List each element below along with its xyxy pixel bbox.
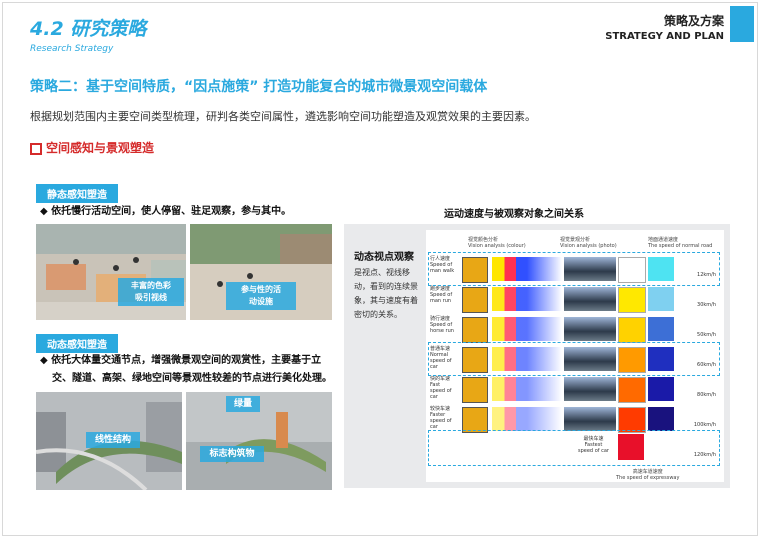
speed-value: 80km/h bbox=[697, 392, 716, 398]
dynamic-bullet-line1: ◆ 依托大体量交通节点，增强微景观空间的观赏性，主要基于立 bbox=[40, 352, 340, 370]
static-bullet: ◆ 依托慢行活动空间，使人停留、驻足观察，参与其中。 bbox=[40, 203, 291, 221]
photo2-caption: 参与性的活 动设施 bbox=[226, 282, 296, 310]
col-header-speed: 地面通道速度 The speed of normal road bbox=[648, 237, 713, 249]
row-label: 跑步速度 Speed of man run bbox=[430, 286, 453, 304]
landscape-thumbnail bbox=[564, 287, 616, 311]
speed-row: 快的车速 Fast speed of car 80km/h bbox=[430, 376, 720, 403]
speed-swatch-b bbox=[648, 407, 674, 431]
speed-row: 较快车速 Faster speed of car 100km/h bbox=[430, 406, 720, 433]
photo1-caption-line2: 吸引视线 bbox=[135, 293, 167, 302]
speed-swatch-b bbox=[648, 287, 674, 311]
speed-row: 跑步速度 Speed of man run 30km/h bbox=[430, 286, 720, 313]
col-header-photo: 视觉景观分析 Vision analysis (photo) bbox=[560, 237, 617, 249]
subsection-title: 空间感知与景观塑造 bbox=[46, 141, 155, 155]
speed-swatch-b bbox=[648, 377, 674, 401]
speed-swatch-a bbox=[618, 377, 646, 403]
expressway-speed: 120km/h bbox=[693, 452, 716, 458]
col-header-colour: 视觉颜色分析 Vision analysis (colour) bbox=[468, 237, 526, 249]
diamond-icon: ◆ bbox=[40, 206, 52, 217]
colour-blur-bar bbox=[492, 377, 562, 401]
car-icon bbox=[462, 377, 488, 403]
highlight-row-walk bbox=[428, 252, 720, 286]
speed-swatch-a bbox=[618, 317, 646, 343]
speed-swatch-a bbox=[618, 287, 646, 313]
highlight-row-normal bbox=[428, 342, 720, 376]
landscape-thumbnail bbox=[564, 317, 616, 341]
photo4-caption: 标志构筑物 bbox=[200, 446, 264, 462]
row-label: 较快车速 Faster speed of car bbox=[430, 406, 452, 430]
row-label: 快的车速 Fast speed of car bbox=[430, 376, 452, 400]
dynamic-tag: 动态感知塑造 bbox=[36, 334, 118, 353]
speed-value: 50km/h bbox=[697, 332, 716, 338]
header-accent-bar bbox=[730, 6, 754, 42]
landscape-thumbnail bbox=[564, 407, 616, 431]
photo2-caption-line1: 参与性的活 bbox=[241, 285, 281, 294]
expressway-label: 最快车速 Fastest speed of car bbox=[578, 436, 609, 454]
static-bullet-text: 依托慢行活动空间，使人停留、驻足观察，参与其中。 bbox=[51, 206, 292, 217]
dynamic-bullet-text-1: 依托大体量交通节点，增强微景观空间的观赏性，主要基于立 bbox=[51, 355, 322, 366]
diamond-icon: ◆ bbox=[40, 355, 52, 366]
dynamic-bullet: ◆ 依托大体量交通节点，增强微景观空间的观赏性，主要基于立 交、隧道、高架、绿地… bbox=[40, 352, 340, 388]
dynamic-view-text: 是视点、视线移动，看到的连续景象，其与速度有着密切的关系。 bbox=[354, 268, 418, 319]
speed-table: 视觉颜色分析 Vision analysis (colour) 视觉景观分析 Vis… bbox=[426, 230, 724, 482]
footer-label: 高速车道速度 The speed of expressway bbox=[616, 469, 680, 481]
speed-value: 30km/h bbox=[697, 302, 716, 308]
expressway-row: 最快车速 Fastest speed of car 120km/h bbox=[430, 434, 720, 462]
row-label: 骑行速度 Speed of horse run bbox=[430, 316, 454, 334]
expressway-swatch bbox=[618, 434, 644, 460]
strategy-title: 策略二：基于空间特质，“因点施策” 打造功能复合的城市微景观空间载体 bbox=[30, 79, 488, 95]
photo2-caption-line2: 动设施 bbox=[249, 297, 273, 306]
colour-blur-bar bbox=[492, 407, 562, 431]
photo4-caption-top: 绿量 bbox=[226, 396, 260, 412]
header-title-en: STRATEGY AND PLAN bbox=[605, 31, 724, 42]
square-bullet-icon bbox=[30, 143, 42, 155]
static-tag: 静态感知塑造 bbox=[36, 184, 118, 203]
photo1-caption: 丰富的色彩 吸引视线 bbox=[118, 278, 184, 306]
colour-blur-bar bbox=[492, 317, 562, 341]
run-icon bbox=[462, 287, 488, 313]
photo1-caption-line1: 丰富的色彩 bbox=[131, 281, 171, 290]
dynamic-bullet-line2: 交、隧道、高架、绿地空间等景观性较差的节点进行美化处理。 bbox=[52, 373, 332, 384]
description: 根据规划范围内主要空间类型梳理，研判各类空间属性，遴选影响空间功能塑造及观赏效果… bbox=[30, 110, 536, 123]
speed-row: 骑行速度 Speed of horse run 50km/h bbox=[430, 316, 720, 343]
right-title: 运动速度与被观察对象之间关系 bbox=[444, 209, 584, 220]
speed-value: 100km/h bbox=[693, 422, 716, 428]
section-number: 4.2 研究策略 bbox=[30, 18, 147, 40]
header-title-cn: 策略及方案 bbox=[663, 14, 724, 28]
speed-swatch-b bbox=[648, 317, 674, 341]
dynamic-view-title: 动态视点观察 bbox=[354, 252, 414, 263]
colour-blur-bar bbox=[492, 287, 562, 311]
horse-icon bbox=[462, 317, 488, 343]
landscape-thumbnail bbox=[564, 377, 616, 401]
section-subtitle: Research Strategy bbox=[30, 44, 114, 54]
photo3-caption: 线性结构 bbox=[86, 432, 140, 448]
